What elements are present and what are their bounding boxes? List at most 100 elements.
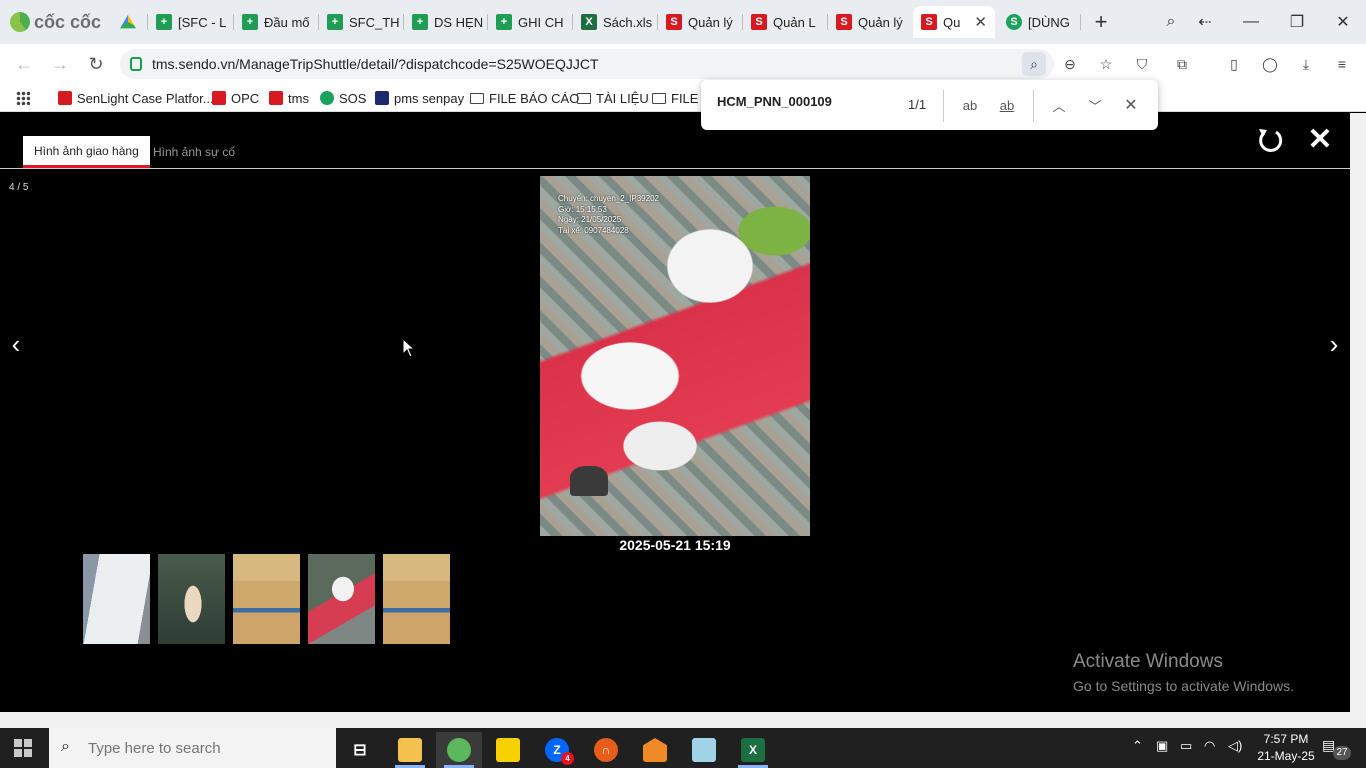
profile-icon[interactable]: ◯ [1258, 52, 1282, 76]
back-history-icon[interactable]: ⇠ [1193, 10, 1217, 34]
address-bar[interactable]: tms.sendo.vn/ManageTripShuttle/detail/?d… [120, 49, 1054, 79]
minimize-button[interactable]: — [1239, 10, 1263, 34]
tab-quan-ly-2[interactable]: S Quản L [743, 6, 825, 38]
windows-start-icon[interactable] [14, 739, 32, 757]
rotate-icon[interactable] [1256, 126, 1284, 154]
tab-label: [DÙNG [1028, 14, 1070, 30]
excel-taskbar-button[interactable]: X [730, 732, 776, 768]
prev-image-button[interactable]: ‹ [6, 330, 26, 358]
find-next-button[interactable]: ﹀ [1083, 93, 1107, 117]
close-viewer-button[interactable]: ✕ [1306, 124, 1334, 156]
orange-app-icon [643, 738, 667, 762]
sendo-icon [269, 91, 283, 105]
zalo-button[interactable]: Z 4 [534, 732, 580, 768]
whole-word-button[interactable]: ab [995, 93, 1019, 117]
tab-quan-ly-3[interactable]: S Quản lý [828, 6, 910, 38]
extensions-icon[interactable]: ⧉ [1170, 52, 1194, 76]
window-close-button[interactable]: ✕ [1331, 10, 1355, 34]
restore-button[interactable]: ❐ [1285, 10, 1309, 34]
tab-drive[interactable] [112, 6, 142, 38]
apps-button[interactable] [16, 88, 30, 108]
forward-button[interactable]: → [48, 52, 72, 76]
match-case-button[interactable]: ab [958, 93, 982, 117]
url-text[interactable]: tms.sendo.vn/ManageTripShuttle/detail/?d… [152, 56, 599, 72]
sidebar-icon[interactable]: ▯ [1222, 52, 1246, 76]
shield-icon[interactable]: ⛉ [1130, 52, 1154, 76]
brand-name: cốc cốc [34, 11, 102, 32]
find-input[interactable] [717, 94, 897, 109]
close-icon[interactable]: ✕ [974, 13, 987, 31]
thumbnail-3[interactable] [233, 554, 300, 644]
find-in-page-icon[interactable]: ⌕ [1022, 52, 1046, 76]
taskbar-search-input[interactable] [88, 740, 288, 757]
app-orange-button[interactable] [632, 732, 678, 768]
tab-dung[interactable]: S [DÙNG [998, 6, 1078, 38]
tab-search-icon[interactable]: ⌕ [1159, 10, 1183, 34]
app-notes-button[interactable] [681, 732, 727, 768]
chevron-down-icon: ﹀ [1088, 98, 1102, 114]
thumbnail-4[interactable] [308, 554, 375, 644]
coccoc-taskbar-button[interactable] [436, 732, 482, 768]
photo-timestamp: 2025-05-21 15:19 [619, 537, 731, 553]
tab-ghi-chu[interactable]: + GHI CH [488, 6, 568, 38]
tray-network-box-icon[interactable]: ▣ [1156, 738, 1168, 754]
sendo-icon: S [836, 14, 852, 30]
sheets-icon: + [156, 14, 172, 30]
thumbnail-1[interactable] [83, 554, 150, 644]
horizontal-scrollbar[interactable] [0, 712, 1366, 728]
thumbnail-2[interactable] [158, 554, 225, 644]
download-icon[interactable]: ⤓ [1294, 52, 1318, 76]
battery-icon[interactable]: ▭ [1180, 738, 1192, 754]
sendo-icon: S [666, 14, 682, 30]
tab-delivery-images[interactable]: Hình ảnh giao hàng [23, 136, 150, 168]
back-button[interactable]: ← [12, 52, 36, 76]
task-view-button[interactable]: ⊟ [337, 732, 383, 768]
app-round-button[interactable]: ∩ [583, 732, 629, 768]
folder-icon [577, 92, 591, 104]
lock-icon[interactable] [130, 57, 142, 71]
overlay-line: Chuyến: chuyen_2_IP39202 [558, 194, 659, 203]
bookmark-opc[interactable]: OPC [212, 88, 259, 108]
bookmark-sos[interactable]: SOS [320, 88, 366, 108]
watermark-title: Activate Windows [1073, 651, 1223, 672]
search-icon: ⌕ [61, 738, 70, 755]
photo-overlay-text: Chuyến: chuyen_2_IP39202 Giờ: 15:15:53 N… [558, 194, 659, 236]
tab-sfc-l[interactable]: + [SFC - L [148, 6, 228, 38]
coccoc-logo[interactable]: cốc cốc [10, 10, 101, 34]
tab-ds-hen[interactable]: + DS HẸN [404, 6, 484, 38]
bookmark-senlight[interactable]: SenLight Case Platfor... [58, 88, 214, 108]
volume-icon[interactable]: ◁) [1228, 738, 1242, 754]
tab-sfc-th[interactable]: + SFC_TH [319, 6, 399, 38]
notification-count: 27 [1333, 746, 1351, 760]
tab-active-quan-ly[interactable]: S Qu ✕ [913, 6, 995, 38]
tab-sach-xls[interactable]: X Sách.xls [573, 6, 655, 38]
file-explorer-button[interactable] [387, 732, 433, 768]
menu-icon[interactable]: ≡ [1330, 52, 1354, 76]
taskbar-clock[interactable]: 7:57 PM 21-May-25 [1256, 731, 1316, 765]
tab-dau-moi[interactable]: + Đầu mố [234, 6, 314, 38]
bookmark-tai-lieu[interactable]: TÀI LIỆU [577, 88, 649, 108]
taskbar-search[interactable]: ⌕ [49, 728, 336, 768]
zoom-out-icon[interactable]: ⊖ [1058, 52, 1082, 76]
tray-chevron-up-icon[interactable]: ⌃ [1132, 738, 1143, 754]
bookmark-pms-senpay[interactable]: pms senpay [375, 88, 464, 108]
bookmark-star-icon[interactable]: ☆ [1094, 52, 1118, 76]
tab-quan-ly-1[interactable]: S Quản lý [658, 6, 740, 38]
next-image-button[interactable]: › [1324, 330, 1344, 358]
find-close-button[interactable]: ✕ [1119, 93, 1143, 117]
find-previous-button[interactable]: ︿ [1047, 93, 1071, 117]
reload-button[interactable]: ↻ [84, 52, 108, 76]
vertical-scrollbar[interactable] [1350, 113, 1366, 712]
new-tab-button[interactable]: + [1089, 9, 1113, 34]
tab-label: Quản lý [688, 14, 733, 30]
bookmark-tms[interactable]: tms [269, 88, 309, 108]
thumbnail-5[interactable] [383, 554, 450, 644]
thumbnail-strip [83, 554, 450, 644]
overlay-line: Ngày: 21/05/2025 [558, 215, 622, 224]
sticky-notes-button[interactable] [485, 732, 531, 768]
overlay-line: Tài xế: 0907484028 [558, 225, 629, 235]
tab-incident-images[interactable]: Hình ảnh sự cố [142, 136, 246, 168]
bookmark-file-bao-cao[interactable]: FILE BÁO CÁO [470, 88, 579, 108]
delivery-photo[interactable]: Chuyến: chuyen_2_IP39202 Giờ: 15:15:53 N… [540, 176, 810, 536]
wifi-icon[interactable]: ◠ [1204, 738, 1215, 754]
